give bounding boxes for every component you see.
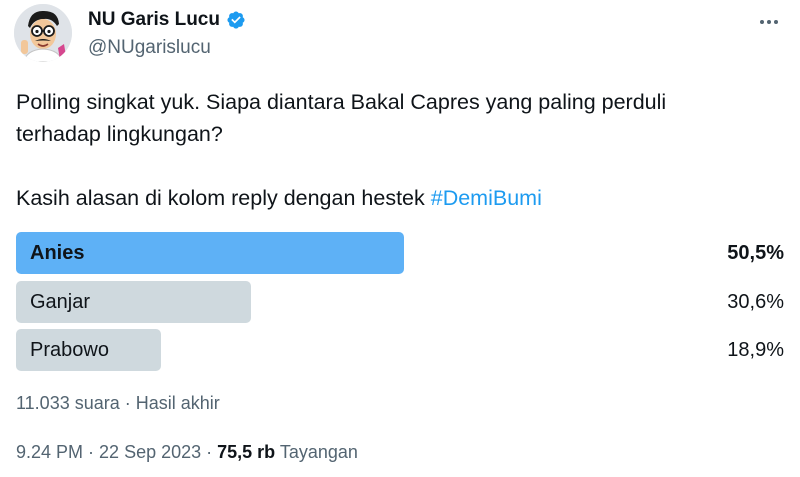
poll-option-ganjar: Ganjar 30,6%: [16, 281, 784, 323]
poll-option-prabowo: Prabowo 18,9%: [16, 329, 784, 371]
tweet-text-line: Polling singkat yuk. Siapa diantara Baka…: [16, 90, 667, 114]
avatar[interactable]: [14, 4, 72, 62]
tweet-date[interactable]: 22 Sep 2023: [99, 442, 201, 462]
verified-badge-icon: [227, 11, 245, 29]
poll-votes: 11.033 suara: [16, 393, 120, 413]
tweet-text: Polling singkat yuk. Siapa diantara Baka…: [16, 86, 776, 214]
name-row: NU Garis Lucu: [88, 8, 246, 32]
tweet-time[interactable]: 9.24 PM: [16, 442, 83, 462]
handle[interactable]: @NUgarislucu: [88, 36, 211, 60]
poll-meta: 11.033 suara · Hasil akhir: [16, 391, 220, 415]
dot-icon: [774, 20, 778, 24]
views-count: 75,5 rb: [217, 442, 276, 462]
views-label: Tayangan: [279, 442, 358, 462]
separator: ·: [83, 442, 100, 462]
hashtag-link[interactable]: #DemiBumi: [431, 186, 542, 210]
poll-option-label: Anies: [30, 242, 85, 264]
tweet-text-line: Kasih alasan di kolom reply dengan heste…: [16, 182, 776, 214]
poll-status: Hasil akhir: [135, 393, 220, 413]
poll-option-percent: 18,9%: [727, 339, 784, 361]
timestamp: 9.24 PM · 22 Sep 2023 · 75,5 rb Tayangan: [16, 440, 358, 464]
poll-option-percent: 30,6%: [727, 291, 784, 313]
cartoon-face-icon: [14, 4, 72, 62]
poll-option-label: Ganjar: [30, 291, 91, 313]
poll-option-anies: Anies 50,5%: [16, 232, 784, 274]
dot-icon: [760, 20, 764, 24]
tweet-text-line: terhadap lingkungan?: [16, 122, 223, 146]
poll-option-label: Prabowo: [30, 339, 109, 361]
display-name[interactable]: NU Garis Lucu: [88, 8, 220, 32]
separator: ·: [119, 393, 136, 413]
dot-icon: [767, 20, 771, 24]
separator: ·: [201, 442, 218, 462]
poll-option-percent: 50,5%: [727, 242, 784, 264]
more-options-button[interactable]: [754, 10, 784, 34]
tweet-card: NU Garis Lucu @NUgarislucu Polling singk…: [0, 0, 800, 477]
tweet-text-segment: Kasih alasan di kolom reply dengan heste…: [16, 186, 431, 210]
